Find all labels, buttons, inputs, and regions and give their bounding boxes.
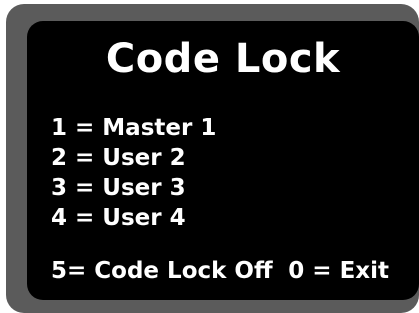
exit-option[interactable]: 0 = Exit bbox=[288, 257, 389, 285]
code-lock-off-option[interactable]: 5= Code Lock Off bbox=[51, 257, 273, 285]
menu-option-user-3[interactable]: 3 = User 3 bbox=[51, 173, 216, 203]
menu-option-user-4[interactable]: 4 = User 4 bbox=[51, 203, 216, 233]
menu-option-user-2[interactable]: 2 = User 2 bbox=[51, 143, 216, 173]
menu-options: 1 = Master 1 2 = User 2 3 = User 3 4 = U… bbox=[51, 113, 216, 233]
menu-option-master-1[interactable]: 1 = Master 1 bbox=[51, 113, 216, 143]
lcd-screen: Code Lock 1 = Master 1 2 = User 2 3 = Us… bbox=[27, 21, 419, 300]
screen-title: Code Lock bbox=[105, 36, 341, 82]
